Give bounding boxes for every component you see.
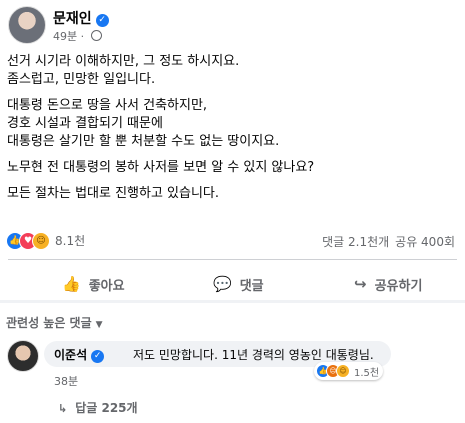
view-replies-link[interactable]: ↳ 답글 225개 [58, 399, 138, 416]
post-card: 문재인 ✓ 49분 · 선거 시기라 이해하지만, 그 정도 하시지요. 좀스럽고… [0, 0, 465, 300]
post-time-row: 49분 · [53, 28, 102, 44]
comment-button-label: 댓글 [239, 278, 264, 294]
comment-text: 저도 민망합니다. 11년 경력의 영농인 대통령님. [133, 348, 374, 362]
commenter-name[interactable]: 이준석 [54, 348, 87, 362]
author-name[interactable]: 문재인 [53, 11, 92, 27]
comment-button[interactable]: 💬 댓글 [213, 272, 264, 296]
comment-count-link[interactable]: 댓글 2.1천개 [322, 235, 389, 249]
comment-filter-label: 관련성 높은 댓글 [6, 316, 92, 330]
comment-icon: 💬 [213, 275, 232, 293]
comment-reaction-count: 1.5천 [354, 367, 380, 379]
post-line: 노무현 전 대통령의 봉하 사저를 보면 알 수 있지 않나요? [7, 160, 315, 175]
reply-arrow-icon: ↳ [58, 402, 68, 415]
post-time[interactable]: 49분 [53, 30, 77, 43]
share-count-link[interactable]: 공유 400회 [395, 235, 455, 249]
divider [8, 259, 457, 260]
post-stats: 댓글 2.1천개 공유 400회 [316, 233, 455, 250]
post-line: 좀스럽고, 민망한 일입니다. [7, 72, 156, 87]
caret-down-icon: ▼ [95, 320, 103, 330]
like-button-label: 좋아요 [88, 278, 125, 294]
verified-badge-icon: ✓ [95, 14, 109, 27]
post-line: 경호 시설과 결합되기 때문에 [7, 116, 163, 131]
post-line: 대통령 돈으로 땅을 사서 건축하지만, [7, 98, 208, 113]
haha-icon: ☺ [336, 364, 350, 378]
commenter-name-row: 이준석 ✓ [54, 346, 105, 363]
globe-icon [90, 30, 102, 41]
thumbs-up-icon: 👍 [62, 275, 81, 293]
reaction-count: 8.1천 [55, 234, 86, 248]
author-name-row: 문재인 ✓ [53, 8, 109, 28]
reaction-summary[interactable]: 👍 ♥ ☺ 8.1천 [6, 230, 85, 250]
verified-badge-icon: ✓ [91, 350, 105, 363]
author-avatar[interactable] [8, 6, 46, 44]
share-button-label: 공유하기 [374, 278, 423, 294]
replies-label: 답글 225개 [75, 401, 138, 415]
post-line: 모든 절차는 법대로 진행하고 있습니다. [7, 186, 220, 201]
post-line: 선거 시기라 이해하지만, 그 정도 하시지요. [7, 54, 240, 69]
haha-icon: ☺ [32, 231, 50, 250]
comment-time[interactable]: 38분 [54, 373, 78, 389]
comment-filter-dropdown[interactable]: 관련성 높은 댓글 ▼ [6, 314, 103, 331]
post-line: 대통령은 살기만 할 뿐 처분할 수도 없는 땅이지요. [7, 134, 280, 149]
section-separator [0, 300, 465, 303]
comment-reaction-summary[interactable]: 👍 ☹ ☺ 1.5천 [314, 362, 384, 380]
share-button[interactable]: ↪ 공유하기 [354, 272, 422, 296]
commenter-avatar[interactable] [7, 340, 39, 372]
like-button[interactable]: 👍 좋아요 [62, 272, 125, 296]
share-icon: ↪ [354, 275, 367, 293]
